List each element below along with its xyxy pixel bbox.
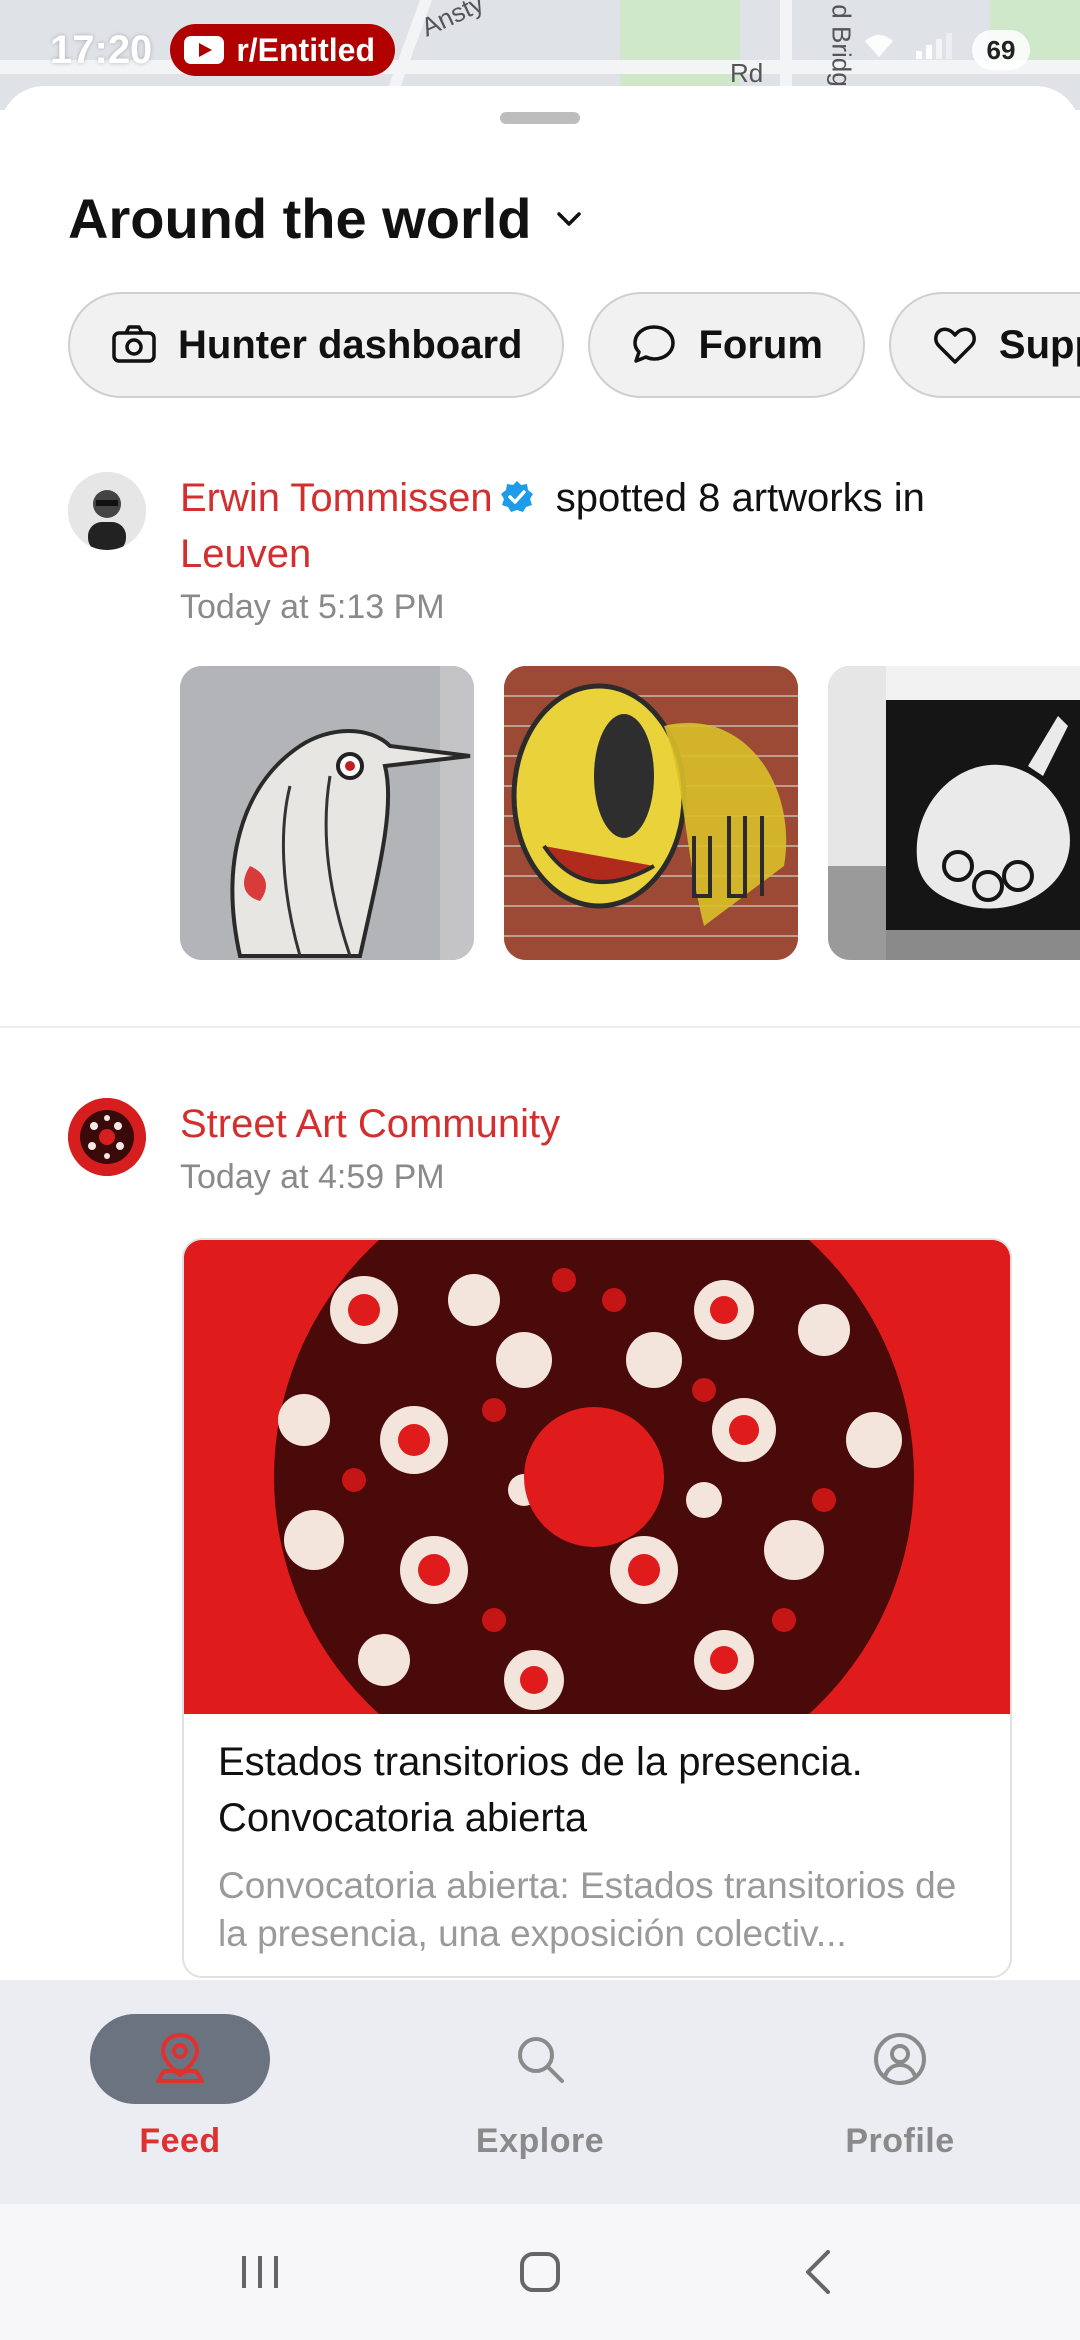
chip-label: Suppo <box>998 322 1080 367</box>
bottom-navigation: Feed Explore Profile <box>0 1980 1080 2204</box>
tab-label: Explore <box>475 2122 605 2160</box>
sheet-drag-handle[interactable] <box>500 112 580 124</box>
tab-icon-wrapper <box>810 2014 990 2104</box>
map-pin-icon <box>156 2032 204 2083</box>
author-name[interactable]: Erwin Tommissen <box>180 476 493 520</box>
tab-label: Profile <box>845 2122 955 2160</box>
article-card[interactable]: Estados transitorios de la presencia. Co… <box>182 1238 1012 1978</box>
artwork-thumbnail[interactable] <box>504 666 798 960</box>
user-circle-icon <box>874 2033 926 2085</box>
tab-feed[interactable]: Feed <box>0 1980 360 2204</box>
forum-chip[interactable]: Forum <box>588 292 865 398</box>
tab-label: Feed <box>139 2122 221 2160</box>
recent-apps-icon[interactable] <box>230 2242 290 2302</box>
signal-icon <box>914 31 954 69</box>
tab-explore[interactable]: Explore <box>360 1980 720 2204</box>
support-chip[interactable]: Suppo <box>888 292 1080 398</box>
app-screen: Ansty Rd d Bridg 17:20 r/Entitled 69 Aro… <box>0 0 1080 2340</box>
feed-scope-selector[interactable]: Around the world <box>68 186 584 251</box>
tab-icon-wrapper <box>450 2014 630 2104</box>
notification-pill[interactable]: r/Entitled <box>170 24 395 76</box>
system-navigation-bar <box>0 2204 1080 2340</box>
author-name[interactable]: Street Art Community <box>180 1102 560 1146</box>
hunter-dashboard-chip[interactable]: Hunter dashboard <box>68 292 565 398</box>
chip-label: Hunter dashboard <box>178 322 523 367</box>
youtube-icon <box>184 36 225 64</box>
tab-icon-wrapper <box>90 2014 270 2104</box>
search-icon <box>518 2037 564 2083</box>
artwork-thumbnail[interactable] <box>828 666 1080 960</box>
place-link[interactable]: Leuven <box>180 532 311 576</box>
verified-badge-icon <box>500 481 533 512</box>
status-time: 17:20 <box>50 27 153 72</box>
home-icon[interactable] <box>510 2242 570 2302</box>
wifi-icon <box>862 31 896 69</box>
tab-profile[interactable]: Profile <box>720 1980 1080 2204</box>
notification-pill-label: r/Entitled <box>236 31 375 68</box>
avatar[interactable] <box>68 1098 146 1176</box>
camera-icon <box>112 325 156 363</box>
status-icons: 69 <box>862 30 1030 70</box>
status-bar: 17:20 r/Entitled 69 <box>0 0 1080 100</box>
article-description: Convocatoria abierta: Estados transitori… <box>218 1865 957 1954</box>
article-title: Estados transitorios de la presencia. Co… <box>218 1740 863 1840</box>
feed-divider <box>0 1026 1080 1028</box>
artwork-thumbnails <box>180 666 1080 960</box>
feed-item-header: Erwin Tommissen spotted 8 artworks in Le… <box>180 470 1040 582</box>
page-title: Around the world <box>68 187 532 250</box>
chip-label: Forum <box>698 322 823 367</box>
battery-indicator: 69 <box>972 30 1030 70</box>
back-icon[interactable] <box>790 2242 850 2302</box>
artwork-thumbnail[interactable] <box>180 666 474 960</box>
post-timestamp: Today at 5:13 PM <box>180 588 445 626</box>
post-action-text: spotted 8 artworks in <box>544 476 925 520</box>
avatar[interactable] <box>68 472 146 550</box>
article-hero-image <box>184 1240 1010 1714</box>
chat-bubble-icon <box>633 325 676 363</box>
chevron-down-icon <box>556 211 581 226</box>
post-timestamp: Today at 4:59 PM <box>180 1158 445 1196</box>
feed-item-header: Street Art Community <box>180 1096 1040 1152</box>
quick-action-chips: Hunter dashboard Forum Suppo <box>68 292 1080 398</box>
heart-icon <box>934 327 976 364</box>
